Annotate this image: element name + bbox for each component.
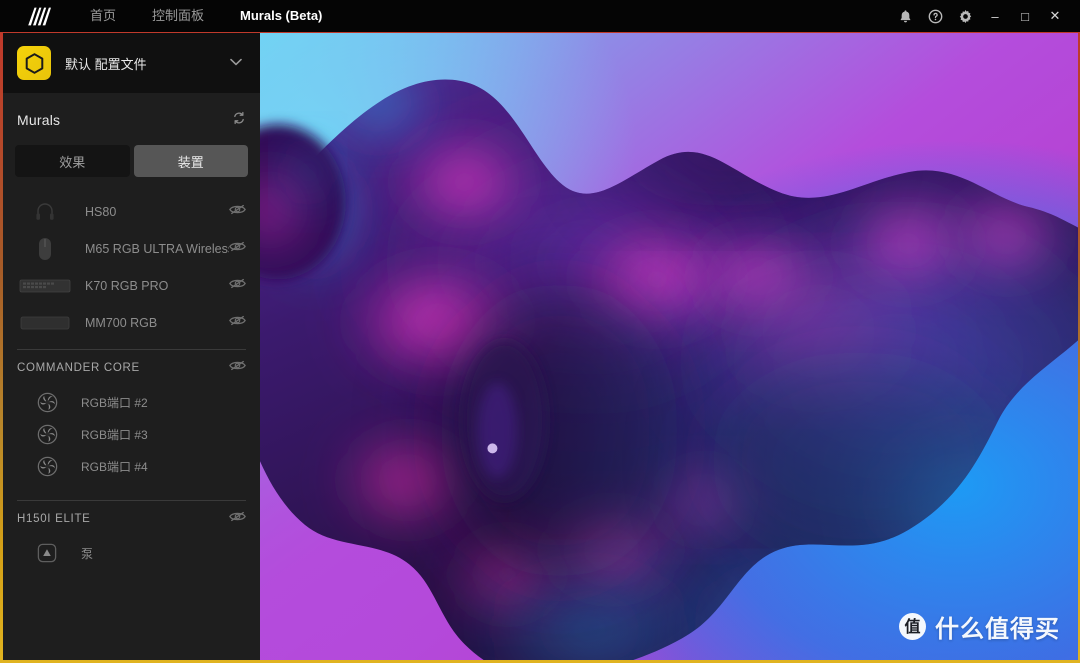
headset-thumb bbox=[17, 199, 73, 225]
watermark-logo-icon: 值 bbox=[899, 613, 926, 640]
device-name: MM700 RGB bbox=[85, 315, 158, 330]
device-name: K70 RGB PRO bbox=[85, 278, 169, 293]
group-header-commander-core[interactable]: COMMANDER CORE bbox=[3, 350, 260, 386]
device-list: HS80 M65 RGB ULTRA Wireless K70 RGB PRO … bbox=[3, 193, 260, 341]
tab-effects[interactable]: 效果 bbox=[15, 145, 130, 177]
mural-preview[interactable]: 值 什么值得买 bbox=[260, 33, 1078, 660]
notification-bell-icon[interactable] bbox=[890, 0, 920, 32]
group-header-h150i-elite[interactable]: H150I ELITE bbox=[3, 501, 260, 537]
eye-slash-icon[interactable] bbox=[229, 314, 246, 332]
device-row-mm700[interactable]: MM700 RGB bbox=[3, 304, 260, 341]
tab-devices[interactable]: 装置 bbox=[133, 145, 248, 177]
rgb-port-row-2[interactable]: RGB端口 #2 bbox=[3, 386, 260, 418]
eye-slash-icon[interactable] bbox=[229, 359, 246, 377]
sidebar: 默认 配置文件 Murals 效果 装置 HS80 M65 RGB ULTRA … bbox=[3, 33, 260, 660]
rgb-port-label: RGB端口 #4 bbox=[81, 459, 148, 474]
main-nav: 首页 控制面板 Murals (Beta) bbox=[72, 0, 340, 32]
pump-label: 泵 bbox=[81, 546, 94, 561]
device-row-k70[interactable]: K70 RGB PRO bbox=[3, 267, 260, 304]
profile-name: 默认 配置文件 bbox=[65, 56, 147, 72]
watermark: 值 什么值得买 bbox=[899, 609, 1060, 644]
fan-icon bbox=[33, 423, 61, 445]
profile-hexagon-icon bbox=[17, 46, 51, 80]
settings-gear-icon[interactable] bbox=[950, 0, 980, 32]
window-controls-group: – □ ✕ bbox=[890, 0, 1080, 32]
device-row-hs80[interactable]: HS80 bbox=[3, 193, 260, 230]
abstract-3d-blob-wallpaper bbox=[260, 33, 1078, 660]
watermark-text: 什么值得买 bbox=[935, 615, 1060, 643]
maximize-button[interactable]: □ bbox=[1010, 0, 1040, 32]
keyboard-thumb bbox=[17, 273, 73, 299]
close-button[interactable]: ✕ bbox=[1040, 0, 1070, 32]
eye-slash-icon[interactable] bbox=[229, 203, 246, 221]
group-title: COMMANDER CORE bbox=[17, 362, 140, 374]
eye-slash-icon[interactable] bbox=[229, 510, 246, 528]
rgb-port-row-3[interactable]: RGB端口 #3 bbox=[3, 418, 260, 450]
rgb-port-row-4[interactable]: RGB端口 #4 bbox=[3, 450, 260, 482]
nav-item-murals[interactable]: Murals (Beta) bbox=[222, 0, 340, 32]
mousepad-thumb bbox=[17, 310, 73, 336]
eye-slash-icon[interactable] bbox=[229, 240, 246, 258]
profile-selector[interactable]: 默认 配置文件 bbox=[3, 33, 260, 93]
fan-icon bbox=[33, 455, 61, 477]
title-bar: 首页 控制面板 Murals (Beta) – □ ✕ bbox=[0, 0, 1080, 32]
help-question-icon[interactable] bbox=[920, 0, 950, 32]
device-name: M65 RGB ULTRA Wireless bbox=[85, 241, 229, 256]
sync-refresh-icon[interactable] bbox=[232, 111, 246, 130]
window-content: 值 什么值得买 默认 配置文件 Murals 效果 装置 HS80 M65 RG… bbox=[3, 33, 1078, 660]
group-title: H150I ELITE bbox=[17, 513, 91, 525]
eye-slash-icon[interactable] bbox=[229, 277, 246, 295]
fan-icon bbox=[33, 391, 61, 413]
nav-item-home[interactable]: 首页 bbox=[72, 0, 134, 32]
chevron-down-icon[interactable] bbox=[230, 57, 242, 69]
mouse-thumb bbox=[17, 236, 73, 262]
icue-app-window: 首页 控制面板 Murals (Beta) – □ ✕ 值 什么值得买 默认 配… bbox=[0, 0, 1080, 663]
minimize-button[interactable]: – bbox=[980, 0, 1010, 32]
nav-item-dashboard[interactable]: 控制面板 bbox=[134, 0, 222, 32]
rgb-port-label: RGB端口 #3 bbox=[81, 427, 148, 442]
section-title: Murals bbox=[17, 112, 61, 128]
device-name: HS80 bbox=[85, 204, 117, 219]
pump-row[interactable]: 泵 bbox=[3, 537, 260, 569]
corsair-sails-logo bbox=[24, 6, 54, 26]
device-row-m65[interactable]: M65 RGB ULTRA Wireless bbox=[3, 230, 260, 267]
pump-icon bbox=[33, 542, 61, 564]
murals-section-header: Murals bbox=[3, 99, 260, 141]
window-frame-glow: 值 什么值得买 默认 配置文件 Murals 效果 装置 HS80 M65 RG… bbox=[0, 30, 1080, 663]
rgb-port-label: RGB端口 #2 bbox=[81, 395, 148, 410]
sidebar-tabs: 效果 装置 bbox=[3, 145, 260, 177]
